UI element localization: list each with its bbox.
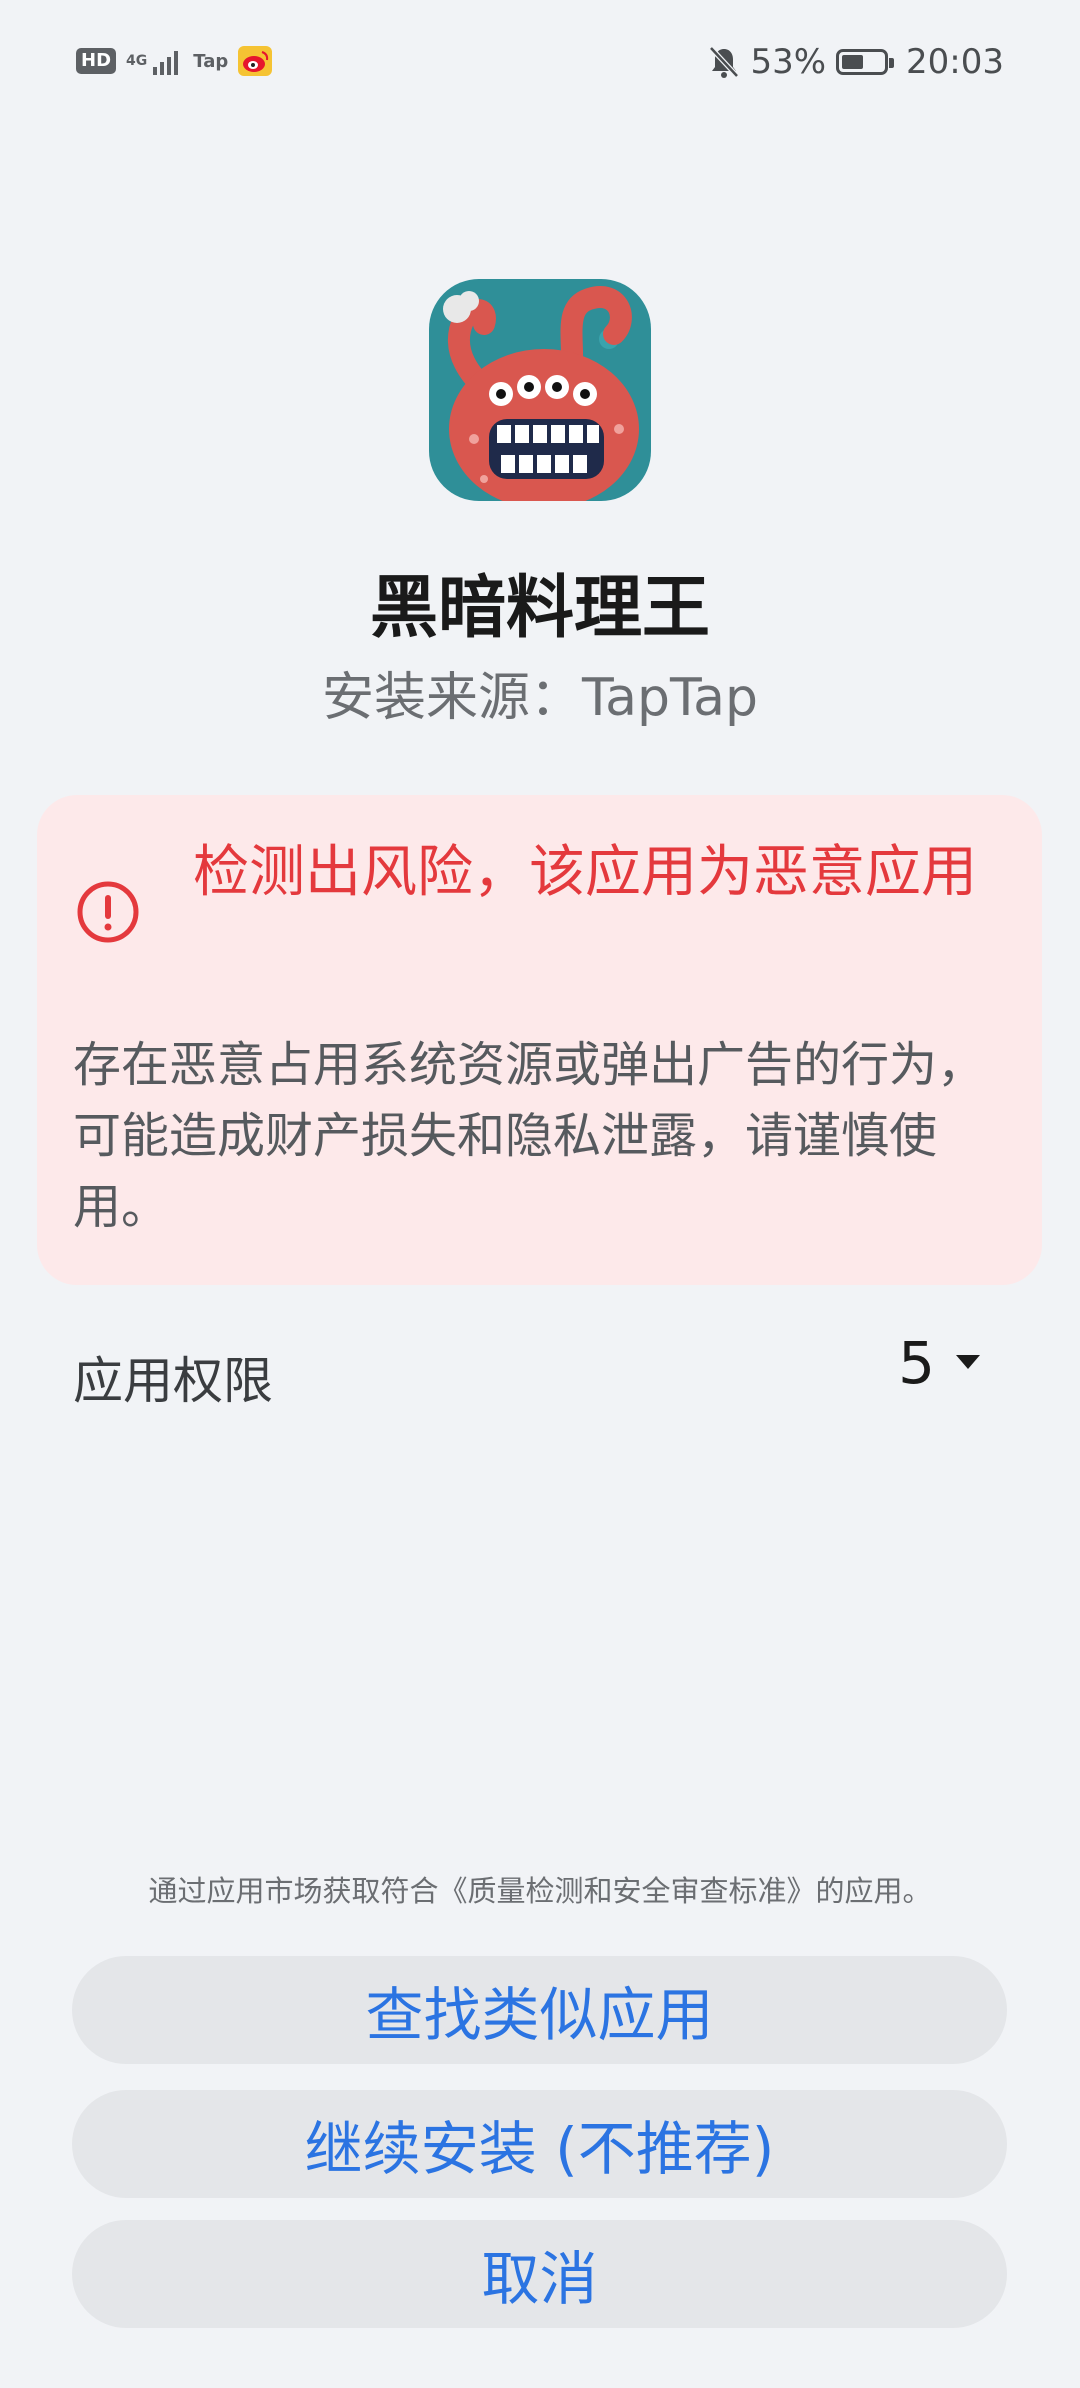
clock: 20:03 <box>906 42 1004 82</box>
install-source: 安装来源：TapTap <box>321 668 759 728</box>
battery-level <box>842 55 864 69</box>
risk-description: 存在恶意占用系统资源或弹出广告的行为，可能造成财产损失和隐私泄露，请谨慎使用。 <box>73 1037 986 1235</box>
status-bar-left: HD 4G Tap <box>76 46 273 76</box>
continue-install-button[interactable]: 继续安装 (不推荐) <box>72 2090 1007 2198</box>
battery-percent: 53% <box>750 42 827 82</box>
permissions-label: 应用权限 <box>73 1352 273 1410</box>
find-similar-apps-button[interactable]: 查找类似应用 <box>72 1956 1007 2064</box>
permissions-row[interactable]: 应用权限 5 <box>73 1325 980 1415</box>
dropdown-arrow-icon[interactable] <box>956 1355 980 1369</box>
weibo-icon <box>238 46 273 76</box>
warning-icon <box>77 881 139 943</box>
taptap-notification-icon: Tap <box>193 50 229 72</box>
bell-muted-icon <box>709 46 740 78</box>
battery-icon <box>836 49 895 75</box>
cancel-button[interactable]: 取消 <box>72 2220 1007 2328</box>
hd-badge: HD <box>76 48 117 74</box>
status-bar-right: 53% 20:03 <box>708 42 1004 82</box>
network-type: 4G <box>126 53 148 69</box>
permissions-count: 5 <box>898 1329 935 1397</box>
footer-note: 通过应用市场获取符合《质量检测和安全审查标准》的应用。 <box>148 1874 932 1908</box>
octopus-monster-app-icon <box>429 279 651 501</box>
signal-icon <box>153 51 179 75</box>
risk-title: 检测出风险，该应用为恶意应用 <box>193 840 977 905</box>
status-bar: HD 4G Tap 53% 20:03 <box>0 0 1080 130</box>
app-name: 黑暗料理王 <box>369 569 710 648</box>
